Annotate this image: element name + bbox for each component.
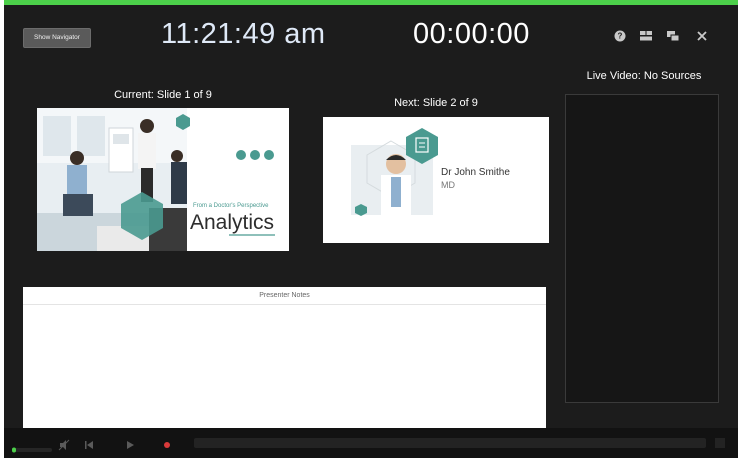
- top-accent-bar: [4, 0, 738, 5]
- slide-title: Analytics: [190, 211, 275, 234]
- play-icon[interactable]: [124, 438, 136, 450]
- slide-artwork: [351, 128, 438, 216]
- presenter-notes-body[interactable]: [23, 305, 546, 437]
- live-video-panel: [565, 94, 719, 403]
- presenter-window: Show Navigator 11:21:49 am 00:00:00 ? Cu…: [4, 0, 738, 458]
- elapsed-timer[interactable]: 00:00:00: [413, 18, 530, 51]
- presenter-role: MD: [441, 180, 455, 190]
- close-icon[interactable]: [694, 28, 710, 44]
- volume-slider[interactable]: [12, 440, 52, 453]
- show-navigator-button[interactable]: Show Navigator: [23, 28, 91, 48]
- next-slide-label: Next: Slide 2 of 9: [394, 97, 478, 109]
- svg-text:?: ?: [618, 32, 623, 41]
- help-icon[interactable]: ?: [612, 28, 628, 44]
- presenter-notes-panel[interactable]: Presenter Notes: [23, 287, 546, 437]
- presenter-name: Dr John Smithe: [441, 167, 510, 178]
- swap-displays-icon[interactable]: [665, 28, 681, 44]
- playback-progress-track[interactable]: [194, 438, 706, 448]
- record-icon[interactable]: [161, 438, 173, 450]
- presenter-notes-header: Presenter Notes: [23, 287, 546, 305]
- slide-subtitle: From a Doctor's Perspective: [193, 203, 269, 209]
- layout-icon[interactable]: [638, 28, 654, 44]
- mute-icon[interactable]: [58, 438, 70, 451]
- live-video-label: Live Video: No Sources: [586, 70, 702, 82]
- next-slide-preview[interactable]: Dr John Smithe MD: [323, 117, 549, 243]
- current-slide-preview[interactable]: From a Doctor's Perspective Analytics: [37, 108, 289, 251]
- playback-end-handle[interactable]: [715, 438, 725, 448]
- current-time: 11:21:49 am: [161, 18, 326, 50]
- previous-icon[interactable]: [83, 438, 95, 450]
- playback-bar: [4, 428, 738, 458]
- current-slide-label: Current: Slide 1 of 9: [114, 89, 212, 101]
